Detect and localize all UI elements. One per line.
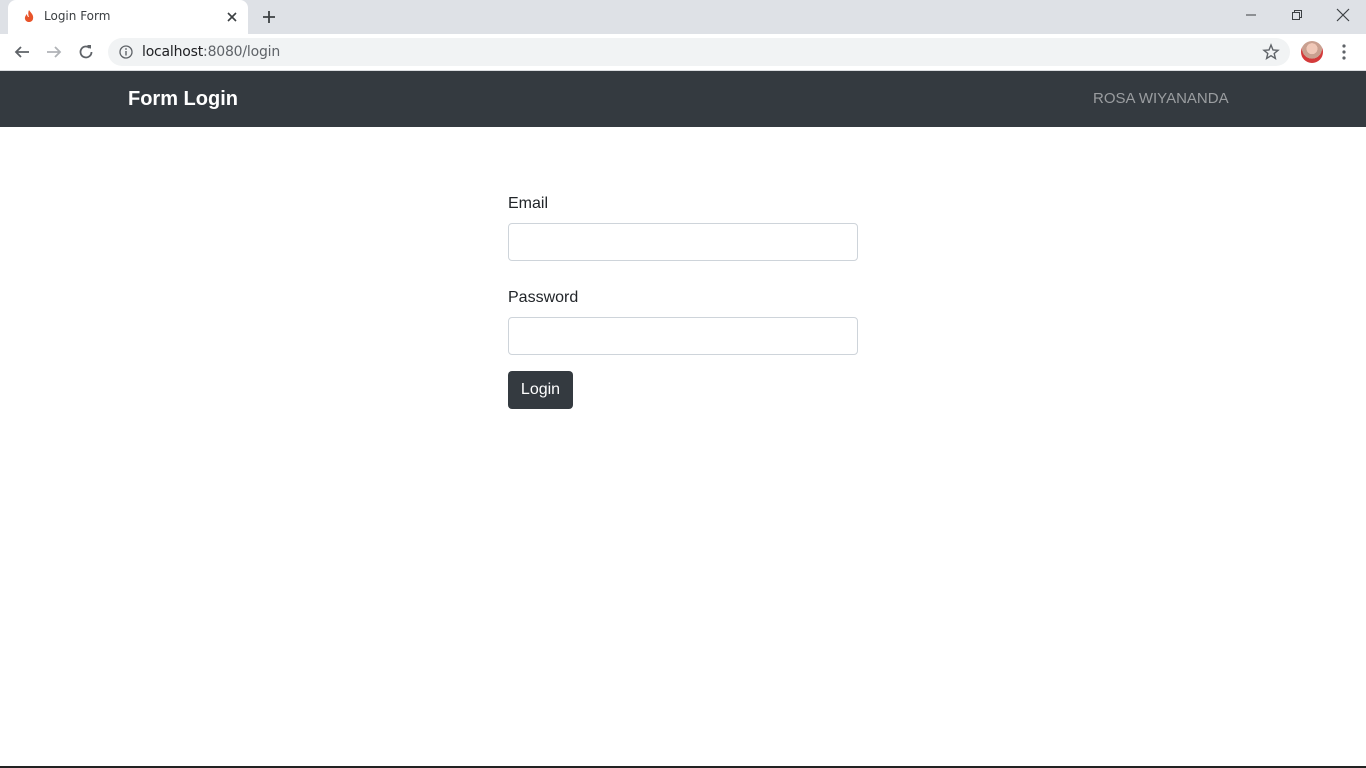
forward-button[interactable] xyxy=(44,42,64,62)
reload-icon xyxy=(79,45,93,59)
address-bar[interactable]: localhost:8080/login xyxy=(108,38,1290,66)
password-field[interactable] xyxy=(508,317,858,355)
browser-toolbar: localhost:8080/login xyxy=(0,34,1366,71)
minimize-icon xyxy=(1246,14,1256,16)
email-field[interactable] xyxy=(508,223,858,261)
reload-button[interactable] xyxy=(76,42,96,62)
password-label: Password xyxy=(508,289,579,306)
email-label: Email xyxy=(508,195,549,212)
url-text: localhost:8080/login xyxy=(142,44,280,60)
more-vert-icon[interactable] xyxy=(1336,42,1352,62)
navbar-user[interactable]: ROSA WIYANANDA xyxy=(1093,90,1229,107)
email-group: Email xyxy=(508,193,858,261)
close-icon xyxy=(1336,8,1350,22)
minimize-button[interactable] xyxy=(1228,0,1274,30)
tab-title: Login Form xyxy=(44,9,111,23)
arrow-left-icon xyxy=(14,46,29,58)
browser-tab[interactable]: Login Form xyxy=(8,0,248,34)
url-host: localhost xyxy=(142,44,204,60)
url-path: :8080/login xyxy=(203,44,281,60)
login-button[interactable]: Login xyxy=(508,371,573,409)
login-form: Email Password Login xyxy=(508,193,858,409)
navbar-brand[interactable]: Form Login xyxy=(128,88,238,111)
info-icon[interactable] xyxy=(119,45,133,59)
close-tab-icon[interactable] xyxy=(224,9,240,25)
profile-avatar[interactable] xyxy=(1301,41,1323,63)
tab-strip: Login Form xyxy=(0,0,1366,34)
close-window-button[interactable] xyxy=(1320,0,1366,30)
back-button[interactable] xyxy=(12,42,32,62)
flame-icon xyxy=(24,10,34,22)
bookmark-star-icon[interactable] xyxy=(1262,43,1280,61)
password-group: Password xyxy=(508,287,858,355)
arrow-right-icon xyxy=(47,46,62,58)
restore-icon xyxy=(1292,10,1302,20)
new-tab-icon[interactable] xyxy=(260,8,278,26)
restore-button[interactable] xyxy=(1274,0,1320,30)
page-navbar: Form Login ROSA WIYANANDA xyxy=(0,71,1366,127)
